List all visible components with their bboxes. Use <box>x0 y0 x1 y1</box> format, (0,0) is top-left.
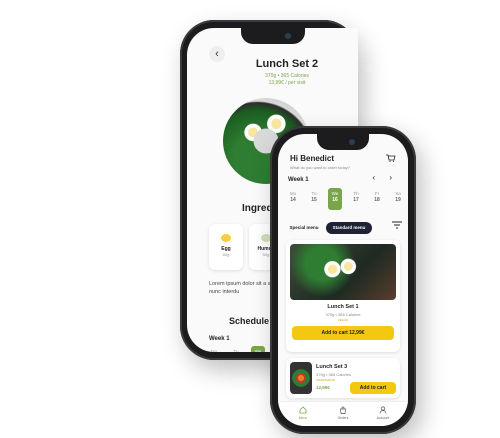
cart-icon[interactable] <box>386 154 396 162</box>
menu-screen: Hi Benedict What do you want to order to… <box>278 134 408 426</box>
greeting: Hi Benedict <box>290 154 335 163</box>
day-selector: Mo 14 Tu 15 We 16 Th 17 Fr 18 Sa 19 <box>286 188 406 210</box>
ingredient-card: Egg 80g <box>209 224 243 270</box>
meal-meta: 370g • 365 Calories 13,99€ / per visit <box>227 73 347 87</box>
week-label: Week 1 <box>209 336 230 342</box>
day-chip[interactable]: Th17 <box>349 188 363 210</box>
meal-weight-calories: 370g • 365 Calories <box>265 73 309 79</box>
meal-image <box>290 362 312 394</box>
add-to-cart-button[interactable]: Add to cart <box>350 382 396 394</box>
diet-tag: VEGAN <box>337 318 349 322</box>
nav-item-account[interactable]: Account <box>368 406 398 420</box>
phone-notch <box>240 28 305 44</box>
day-chip[interactable]: Tu15 <box>229 346 243 352</box>
meal-card: Lunch Set 3 370g • 365 Calories VEGETARI… <box>286 358 400 398</box>
home-icon <box>299 406 307 414</box>
meal-meta: 370g • 365 Calories <box>325 312 361 317</box>
day-chip[interactable]: Tu15 <box>307 188 321 210</box>
meal-card: Lunch Set 1 370g • 365 Calories VEGAN Ad… <box>286 240 400 352</box>
nav-label: Account <box>376 416 390 420</box>
menu-tabs: Special menu Standard menu <box>286 222 404 234</box>
week-nav-arrows[interactable]: ‹ › <box>372 173 398 182</box>
nav-item-menu[interactable]: Menu <box>288 406 318 420</box>
nav-label: Orders <box>337 416 349 420</box>
nav-item-orders[interactable]: Orders <box>328 406 358 420</box>
meal-image <box>290 244 396 300</box>
meal-title: Lunch Set 3 <box>316 364 348 370</box>
nav-label: Menu <box>298 416 308 420</box>
day-chip[interactable]: Mo14 <box>286 188 300 210</box>
filter-icon[interactable] <box>392 220 402 230</box>
user-icon <box>379 406 387 414</box>
bottom-navigation: Menu Orders Account <box>278 401 408 426</box>
meal-price: 13,99€ / per visit <box>268 80 306 86</box>
tab-standard-menu[interactable]: Standard menu <box>326 222 372 234</box>
tab-special-menu[interactable]: Special menu <box>286 222 322 234</box>
bag-icon <box>340 406 346 414</box>
add-to-cart-button[interactable]: Add to cart 12,99€ <box>292 326 394 340</box>
meal-title: Lunch Set 1 <box>327 304 359 310</box>
meal-meta: 370g • 365 Calories <box>316 372 351 377</box>
day-chip[interactable]: Sa 19 <box>391 188 405 210</box>
back-button[interactable]: ‹ <box>209 46 225 62</box>
meal-price: 12,99€ <box>316 385 330 390</box>
diet-tag: VEGETARIAN <box>316 378 336 382</box>
phone-mockup-front: Hi Benedict What do you want to order to… <box>270 126 416 434</box>
day-chip-selected[interactable]: We16 <box>251 346 265 352</box>
day-chip-selected[interactable]: We16 <box>328 188 342 210</box>
week-label: Week 1 <box>288 177 309 183</box>
phone-notch <box>317 134 369 150</box>
day-chip[interactable]: Mo14 <box>207 346 221 352</box>
meal-title: Lunch Set 2 <box>255 58 319 70</box>
day-chip[interactable]: Fr 18 <box>370 188 384 210</box>
greeting-question: What do you want to order today? <box>290 165 351 170</box>
ingredient-weight: 80g <box>222 252 230 257</box>
egg-icon <box>219 232 233 244</box>
